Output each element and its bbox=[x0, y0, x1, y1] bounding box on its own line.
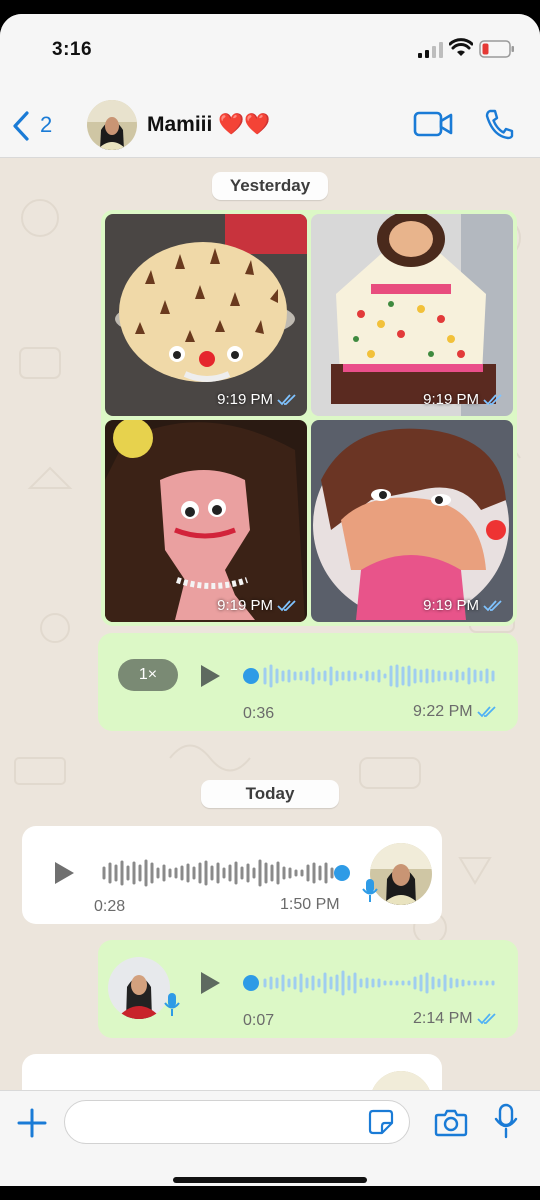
photo-timestamp: 9:19 PM bbox=[423, 597, 503, 614]
double-check-icon bbox=[476, 1013, 496, 1025]
photo-timestamp: 9:19 PM bbox=[217, 597, 297, 614]
double-check-icon bbox=[483, 393, 502, 405]
phone-icon[interactable] bbox=[484, 108, 514, 140]
whatsapp-chat-screen: 3:16 2 Mamiii ❤️❤️ Yesterday 9:19 PM 9:1… bbox=[0, 14, 540, 1186]
audio-waveform[interactable] bbox=[100, 858, 360, 888]
photo-dora-cake[interactable]: 9:19 PM bbox=[311, 420, 513, 622]
mic-icon bbox=[362, 879, 378, 902]
photo-doll-cake[interactable]: 9:19 PM bbox=[311, 214, 513, 416]
photo-timestamp: 9:19 PM bbox=[217, 391, 297, 408]
cellular-signal-icon bbox=[418, 42, 443, 58]
double-check-icon bbox=[483, 599, 502, 611]
message-list[interactable]: Yesterday 9:19 PM 9:19 PM 9:19 PM 9:19 P… bbox=[0, 158, 540, 1090]
photo-album-message[interactable]: 9:19 PM 9:19 PM 9:19 PM 9:19 PM bbox=[101, 210, 517, 626]
double-check-icon bbox=[277, 393, 296, 405]
play-icon[interactable] bbox=[198, 970, 222, 996]
voice-duration: 0:07 bbox=[243, 1012, 275, 1029]
message-input[interactable] bbox=[64, 1100, 410, 1144]
camera-icon[interactable] bbox=[434, 1107, 468, 1137]
chat-header: 2 Mamiii ❤️❤️ bbox=[0, 80, 540, 158]
contact-name[interactable]: Mamiii ❤️❤️ bbox=[147, 113, 270, 137]
mic-icon bbox=[164, 993, 180, 1016]
audio-waveform[interactable] bbox=[241, 661, 501, 691]
voice-message-incoming[interactable]: 0:28 1:50 PM bbox=[22, 826, 442, 924]
sender-avatar bbox=[108, 957, 170, 1019]
sender-avatar bbox=[370, 843, 432, 905]
message-timestamp: 1:50 PM bbox=[280, 896, 340, 913]
home-indicator[interactable] bbox=[173, 1177, 367, 1183]
double-check-icon bbox=[277, 599, 296, 611]
message-composer bbox=[0, 1090, 540, 1186]
playback-speed-button[interactable]: 1× bbox=[118, 659, 178, 691]
audio-waveform[interactable] bbox=[241, 968, 501, 998]
message-timestamp: 9:22 PM bbox=[413, 703, 497, 721]
wifi-icon bbox=[449, 38, 473, 56]
voice-duration: 0:36 bbox=[243, 705, 275, 722]
sender-avatar bbox=[370, 1071, 432, 1090]
message-timestamp: 2:14 PM bbox=[413, 1010, 497, 1028]
voice-message-incoming-partial[interactable] bbox=[22, 1054, 442, 1090]
play-icon[interactable] bbox=[52, 860, 76, 886]
status-time: 3:16 bbox=[52, 39, 93, 60]
chevron-left-icon[interactable] bbox=[10, 110, 32, 142]
contact-avatar[interactable] bbox=[87, 100, 137, 150]
play-icon[interactable] bbox=[198, 663, 222, 689]
video-camera-icon[interactable] bbox=[413, 110, 453, 138]
sticker-icon[interactable] bbox=[368, 1109, 394, 1135]
photo-girl-cake[interactable]: 9:19 PM bbox=[105, 420, 307, 622]
date-separator-today: Today bbox=[201, 780, 339, 808]
voice-message-outgoing[interactable]: 1× 0:36 9:22 PM bbox=[98, 633, 518, 731]
photo-hedgehog-cake[interactable]: 9:19 PM bbox=[105, 214, 307, 416]
date-separator-yesterday: Yesterday bbox=[212, 172, 328, 200]
voice-message-outgoing[interactable]: 0:07 2:14 PM bbox=[98, 940, 518, 1038]
mic-icon[interactable] bbox=[494, 1103, 518, 1139]
unread-chats-count[interactable]: 2 bbox=[40, 112, 52, 138]
battery-low-icon bbox=[479, 40, 514, 58]
photo-timestamp: 9:19 PM bbox=[423, 391, 503, 408]
double-check-icon bbox=[476, 706, 496, 718]
status-bar: 3:16 bbox=[0, 14, 540, 80]
plus-icon[interactable] bbox=[16, 1107, 48, 1139]
voice-duration: 0:28 bbox=[94, 898, 126, 915]
